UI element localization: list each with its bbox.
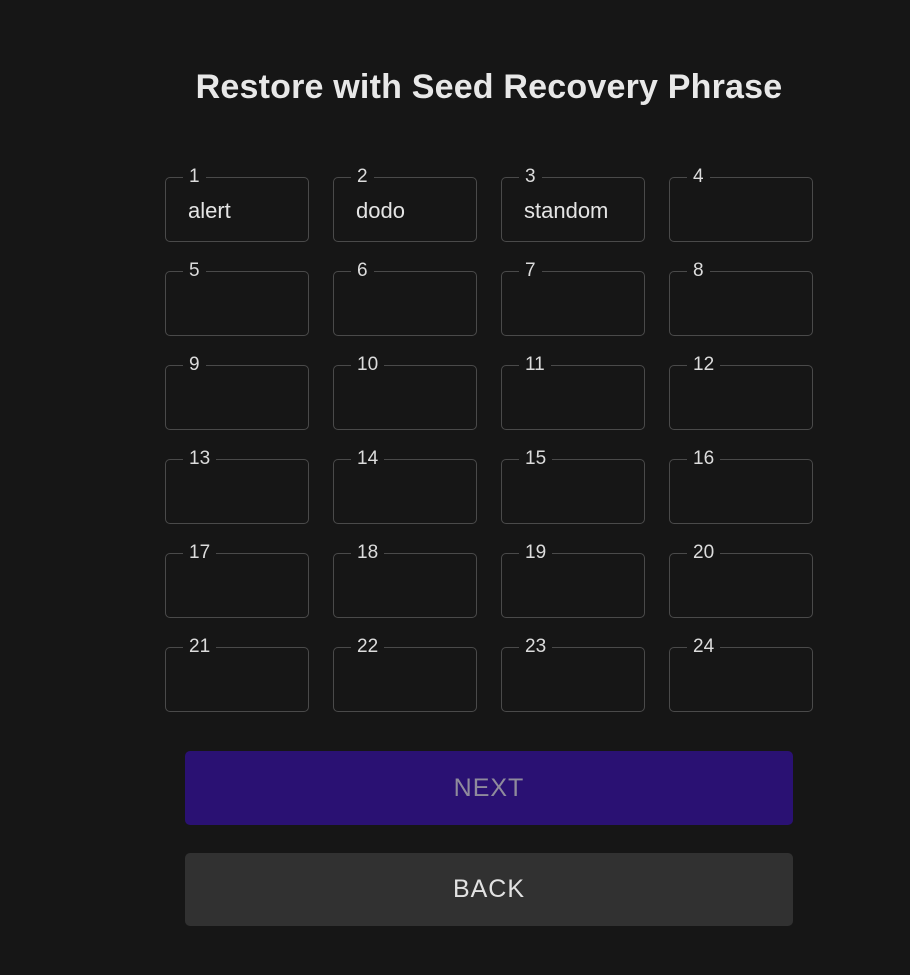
seed-word-number-label: 21 <box>183 636 217 658</box>
seed-word-number-label: 18 <box>351 542 385 564</box>
seed-word-field-3[interactable]: 3 <box>501 166 645 242</box>
seed-word-input[interactable] <box>356 666 470 696</box>
seed-word-number-label: 22 <box>351 636 385 658</box>
seed-word-field-16[interactable]: 16 <box>669 448 813 524</box>
seed-word-number-label: 6 <box>351 260 374 282</box>
seed-word-field-14[interactable]: 14 <box>333 448 477 524</box>
seed-word-input[interactable] <box>692 196 806 226</box>
seed-word-input[interactable] <box>188 290 302 320</box>
seed-word-input[interactable] <box>356 384 470 414</box>
seed-word-number-label: 4 <box>687 166 710 188</box>
seed-word-input[interactable] <box>524 478 638 508</box>
seed-word-field-15[interactable]: 15 <box>501 448 645 524</box>
seed-word-input[interactable] <box>356 478 470 508</box>
seed-word-number-label: 23 <box>519 636 553 658</box>
seed-word-input[interactable] <box>692 666 806 696</box>
seed-word-field-1[interactable]: 1 <box>165 166 309 242</box>
seed-word-number-label: 20 <box>687 542 721 564</box>
seed-word-input[interactable] <box>356 196 470 226</box>
seed-word-field-17[interactable]: 17 <box>165 542 309 618</box>
seed-word-field-5[interactable]: 5 <box>165 260 309 336</box>
seed-word-field-19[interactable]: 19 <box>501 542 645 618</box>
seed-word-input[interactable] <box>692 572 806 602</box>
seed-word-input[interactable] <box>356 290 470 320</box>
seed-word-number-label: 3 <box>519 166 542 188</box>
seed-word-field-12[interactable]: 12 <box>669 354 813 430</box>
seed-word-field-24[interactable]: 24 <box>669 636 813 712</box>
seed-word-input[interactable] <box>188 478 302 508</box>
seed-word-input[interactable] <box>188 196 302 226</box>
seed-word-number-label: 1 <box>183 166 206 188</box>
seed-word-number-label: 19 <box>519 542 553 564</box>
seed-word-field-7[interactable]: 7 <box>501 260 645 336</box>
seed-word-field-18[interactable]: 18 <box>333 542 477 618</box>
seed-word-input[interactable] <box>524 290 638 320</box>
seed-word-number-label: 16 <box>687 448 721 470</box>
seed-word-input[interactable] <box>692 478 806 508</box>
seed-word-input[interactable] <box>692 290 806 320</box>
page-title: Restore with Seed Recovery Phrase <box>195 68 783 106</box>
seed-word-number-label: 11 <box>519 354 551 376</box>
back-button[interactable]: BACK <box>185 853 793 926</box>
seed-word-number-label: 13 <box>183 448 217 470</box>
seed-word-number-label: 15 <box>519 448 553 470</box>
seed-word-input[interactable] <box>524 572 638 602</box>
seed-word-input[interactable] <box>692 384 806 414</box>
seed-word-field-6[interactable]: 6 <box>333 260 477 336</box>
seed-word-input[interactable] <box>188 572 302 602</box>
seed-word-input[interactable] <box>356 572 470 602</box>
seed-word-number-label: 8 <box>687 260 710 282</box>
seed-word-number-label: 10 <box>351 354 385 376</box>
seed-word-input[interactable] <box>524 666 638 696</box>
seed-word-field-13[interactable]: 13 <box>165 448 309 524</box>
seed-word-number-label: 17 <box>183 542 217 564</box>
seed-word-number-label: 9 <box>183 354 206 376</box>
seed-word-number-label: 12 <box>687 354 721 376</box>
seed-word-field-8[interactable]: 8 <box>669 260 813 336</box>
seed-word-field-20[interactable]: 20 <box>669 542 813 618</box>
next-button[interactable]: NEXT <box>185 751 793 825</box>
seed-word-input[interactable] <box>188 384 302 414</box>
seed-word-number-label: 14 <box>351 448 385 470</box>
seed-word-input[interactable] <box>188 666 302 696</box>
seed-word-field-9[interactable]: 9 <box>165 354 309 430</box>
seed-word-field-4[interactable]: 4 <box>669 166 813 242</box>
seed-word-input[interactable] <box>524 196 638 226</box>
seed-word-field-22[interactable]: 22 <box>333 636 477 712</box>
restore-seed-page: Restore with Seed Recovery Phrase 123456… <box>0 0 910 975</box>
seed-word-field-2[interactable]: 2 <box>333 166 477 242</box>
seed-word-field-10[interactable]: 10 <box>333 354 477 430</box>
seed-word-field-11[interactable]: 11 <box>501 354 645 430</box>
seed-word-number-label: 24 <box>687 636 721 658</box>
seed-word-number-label: 5 <box>183 260 206 282</box>
seed-word-input[interactable] <box>524 384 638 414</box>
seed-word-field-21[interactable]: 21 <box>165 636 309 712</box>
seed-word-number-label: 7 <box>519 260 542 282</box>
seed-word-field-23[interactable]: 23 <box>501 636 645 712</box>
seed-word-grid: 123456789101112131415161718192021222324 <box>165 166 813 712</box>
seed-word-number-label: 2 <box>351 166 374 188</box>
